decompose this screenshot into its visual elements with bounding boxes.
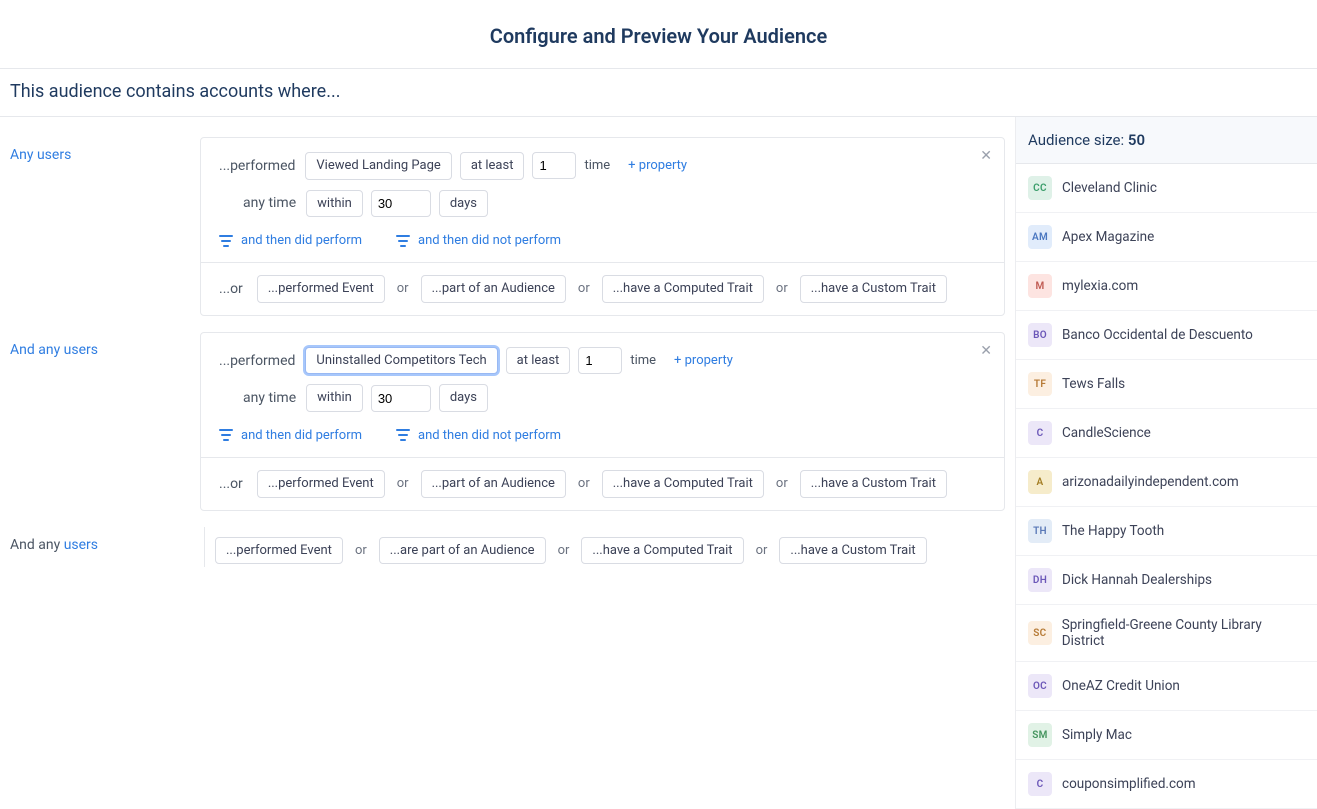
add-group-row: And any users ...performed Event or ...a… <box>10 527 1005 567</box>
add-group-link[interactable]: users <box>64 537 98 553</box>
condition-card: ✕...performedUninstalled Competitors Tec… <box>200 332 1005 511</box>
avatar: A <box>1028 470 1052 494</box>
filter-icon <box>396 235 410 247</box>
preview-item-name: CandleScience <box>1062 425 1151 441</box>
preview-item-name: couponsimplified.com <box>1062 776 1196 792</box>
preview-item-name: Banco Occidental de Descuento <box>1062 327 1253 343</box>
avatar: AM <box>1028 225 1052 249</box>
or-part-of-audience[interactable]: ...part of an Audience <box>421 275 566 303</box>
window-unit-select[interactable]: days <box>439 384 488 412</box>
ghost-performed-event[interactable]: ...performed Event <box>215 537 343 565</box>
avatar: CC <box>1028 176 1052 200</box>
condition-card: ✕...performedViewed Landing Pageat least… <box>200 137 1005 316</box>
preview-item-name: OneAZ Credit Union <box>1062 678 1180 694</box>
preview-item-name: mylexia.com <box>1062 278 1138 294</box>
preview-item[interactable]: CC Cleveland Clinic <box>1016 164 1317 213</box>
page-title: Configure and Preview Your Audience <box>0 0 1317 68</box>
avatar: SC <box>1028 621 1052 645</box>
preview-item[interactable]: BO Banco Occidental de Descuento <box>1016 311 1317 360</box>
ghost-computed-trait[interactable]: ...have a Computed Trait <box>581 537 743 565</box>
close-icon[interactable]: ✕ <box>980 148 992 164</box>
avatar: TH <box>1028 519 1052 543</box>
preview-item-name: arizonadailyindependent.com <box>1062 474 1239 490</box>
preview-list: CCCleveland ClinicAMApex MagazineMmylexi… <box>1016 164 1317 809</box>
window-unit-select[interactable]: days <box>439 190 488 218</box>
group-label: And any users <box>10 332 188 511</box>
window-value-input[interactable] <box>371 385 431 412</box>
preview-item-name: Dick Hannah Dealerships <box>1062 572 1212 588</box>
preview-item-name: The Happy Tooth <box>1062 523 1164 539</box>
comparator-select[interactable]: at least <box>506 347 571 375</box>
filter-icon <box>396 429 410 441</box>
then-did-perform[interactable]: and then did perform <box>219 428 362 443</box>
or-computed-trait[interactable]: ...have a Computed Trait <box>602 470 764 498</box>
group-label-link[interactable]: And any users <box>10 342 98 358</box>
subtitle: This audience contains accounts where... <box>0 69 1317 117</box>
group-label: Any users <box>10 137 188 316</box>
window-value-input[interactable] <box>371 190 431 217</box>
preview-item[interactable]: OC OneAZ Credit Union <box>1016 662 1317 711</box>
ghost-custom-trait[interactable]: ...have a Custom Trait <box>779 537 926 565</box>
comparator-select[interactable]: at least <box>460 152 525 180</box>
then-did-not-perform[interactable]: and then did not perform <box>396 428 561 443</box>
preview-item[interactable]: TF Tews Falls <box>1016 360 1317 409</box>
preview-item-name: Tews Falls <box>1062 376 1125 392</box>
window-select[interactable]: within <box>306 384 363 412</box>
divider <box>204 527 205 567</box>
avatar: SM <box>1028 723 1052 747</box>
avatar: C <box>1028 772 1052 796</box>
preview-item-name: Apex Magazine <box>1062 229 1154 245</box>
count-input[interactable] <box>578 347 622 374</box>
add-group-label: And any users <box>10 527 188 567</box>
count-input[interactable] <box>532 152 576 179</box>
window-select[interactable]: within <box>306 190 363 218</box>
or-computed-trait[interactable]: ...have a Computed Trait <box>602 275 764 303</box>
or-performed-event[interactable]: ...performed Event <box>257 470 385 498</box>
condition-group: Any users✕...performedViewed Landing Pag… <box>10 137 1005 316</box>
condition-group: And any users ✕...performedUninstalled Co… <box>10 332 1005 511</box>
preview-item-name: Simply Mac <box>1062 727 1132 743</box>
or-performed-event[interactable]: ...performed Event <box>257 275 385 303</box>
event-select[interactable]: Viewed Landing Page <box>305 152 451 180</box>
avatar: OC <box>1028 674 1052 698</box>
preview-item[interactable]: Ccouponsimplified.com <box>1016 760 1317 809</box>
preview-item[interactable]: DH Dick Hannah Dealerships <box>1016 556 1317 605</box>
preview-item-name: Springfield-Greene County Library Distri… <box>1062 617 1305 649</box>
preview-item[interactable]: SC Springfield-Greene County Library Dist… <box>1016 605 1317 662</box>
filter-icon <box>219 429 233 441</box>
avatar: DH <box>1028 568 1052 592</box>
preview-item[interactable]: TH The Happy Tooth <box>1016 507 1317 556</box>
avatar: BO <box>1028 323 1052 347</box>
filter-icon <box>219 235 233 247</box>
or-part-of-audience[interactable]: ...part of an Audience <box>421 470 566 498</box>
preview-item[interactable]: C CandleScience <box>1016 409 1317 458</box>
ghost-part-of-audience[interactable]: ...are part of an Audience <box>379 537 546 565</box>
then-did-not-perform[interactable]: and then did not perform <box>396 233 561 248</box>
avatar: C <box>1028 421 1052 445</box>
add-property-link[interactable]: + property <box>628 158 687 173</box>
preview-item-name: Cleveland Clinic <box>1062 180 1157 196</box>
audience-size-value: 50 <box>1128 131 1145 149</box>
audience-size-header: Audience size: 50 <box>1016 117 1317 164</box>
preview-item[interactable]: Aarizonadailyindependent.com <box>1016 458 1317 507</box>
preview-item[interactable]: SM Simply Mac <box>1016 711 1317 760</box>
close-icon[interactable]: ✕ <box>980 343 992 359</box>
then-did-perform[interactable]: and then did perform <box>219 233 362 248</box>
or-custom-trait[interactable]: ...have a Custom Trait <box>800 275 947 303</box>
or-custom-trait[interactable]: ...have a Custom Trait <box>800 470 947 498</box>
avatar: TF <box>1028 372 1052 396</box>
preview-item[interactable]: Mmylexia.com <box>1016 262 1317 311</box>
add-property-link[interactable]: + property <box>674 353 733 368</box>
preview-item[interactable]: AM Apex Magazine <box>1016 213 1317 262</box>
event-select[interactable]: Uninstalled Competitors Tech <box>305 347 497 375</box>
avatar: M <box>1028 274 1052 298</box>
group-label-link[interactable]: Any users <box>10 147 71 163</box>
preview-sidebar: Audience size: 50 CCCleveland ClinicAMAp… <box>1015 117 1317 809</box>
builder-panel: Any users✕...performedViewed Landing Pag… <box>0 117 1015 809</box>
